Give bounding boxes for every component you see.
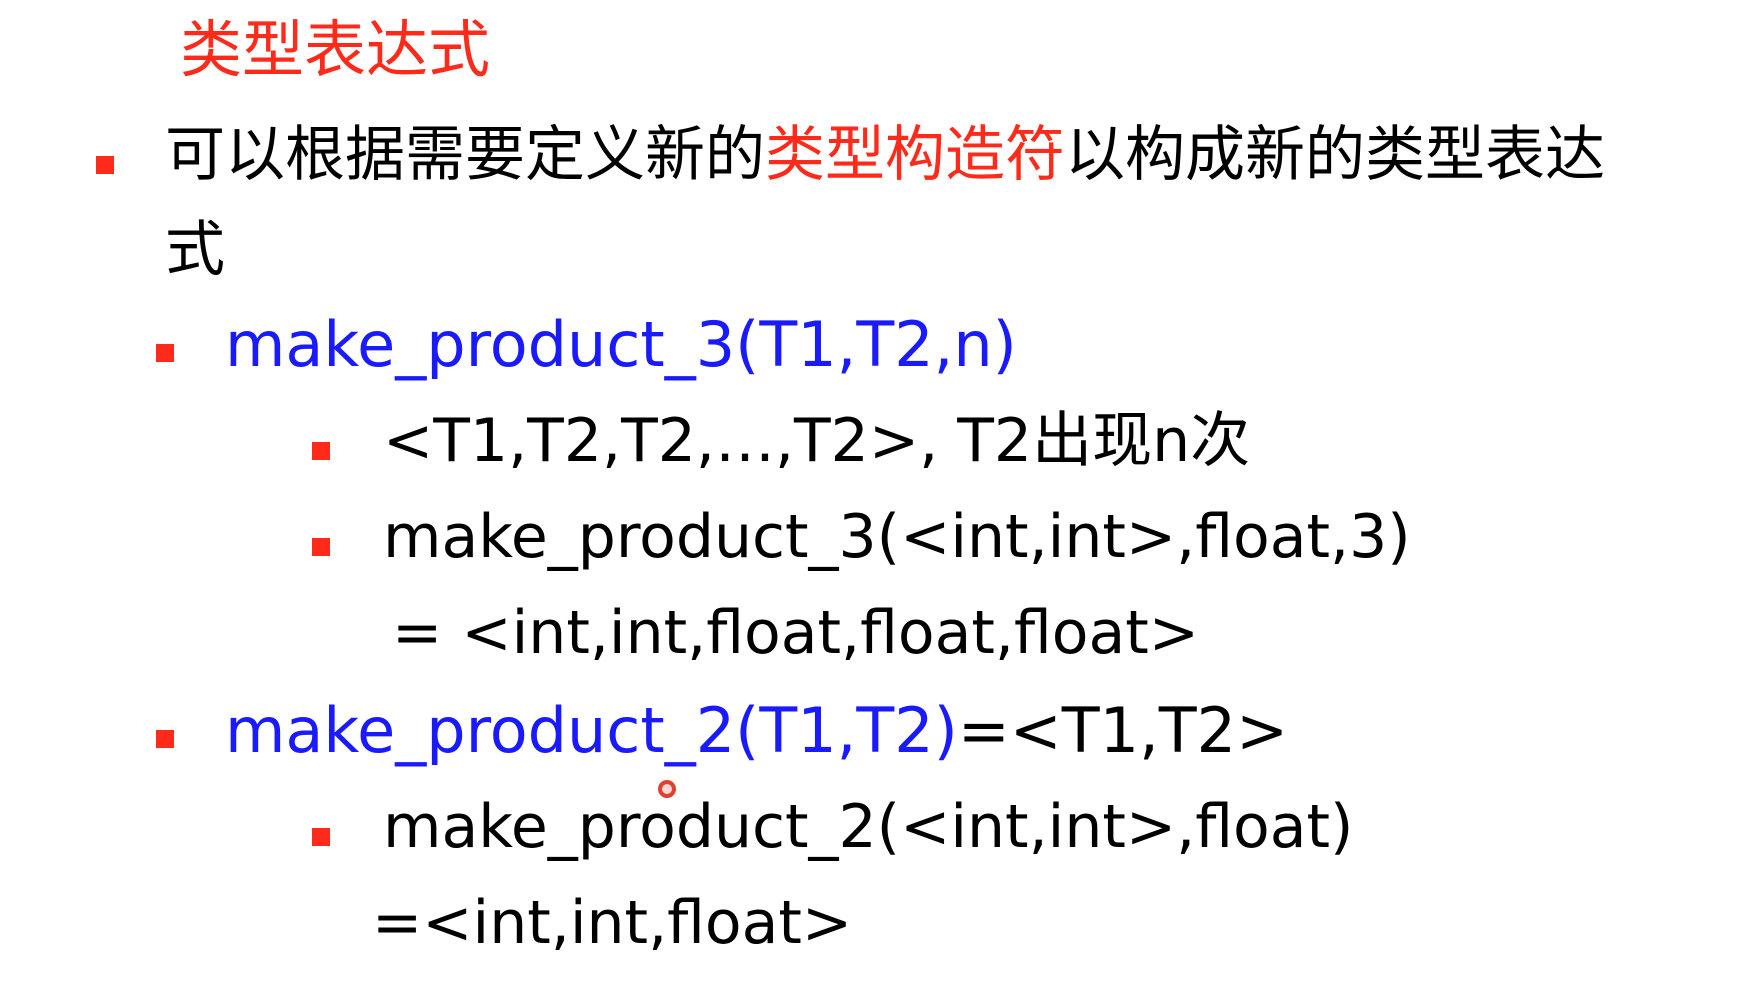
bullet-marker [96,156,114,174]
bullet-marker [156,730,174,748]
bullet-3-sub-1-result: =<int,int,float> [372,888,853,958]
bullet-1-text-after: 以构成新的类型表达 [1065,120,1605,190]
bullet-2-sub-1-text: <T1,T2,T2,…,T2>, T2出现n次 [383,406,1251,476]
bullet-marker [312,828,330,846]
bullet-1-text-before: 可以根据需要定义新的 [165,120,765,190]
slide-title: 类型表达式 [180,13,491,86]
bullet-3-code: make_product_2(T1,T2) [225,694,958,767]
bullet-2-code: make_product_3(T1,T2,n) [225,308,1017,381]
bullet-1-text: 可以根据需要定义新的类型构造符以构成新的类型表达 [165,110,1605,200]
bullet-1-text-wrap: 式 [165,215,225,285]
bullet-2-sub-2-result: = <int,int,float,float,float> [392,598,1200,668]
slide: 类型表达式 可以根据需要定义新的类型构造符以构成新的类型表达 式 make_pr… [0,0,1741,997]
bullet-marker [156,344,174,362]
bullet-marker [312,538,330,556]
pointer-cursor-icon [658,780,676,798]
bullet-marker [312,442,330,460]
bullet-3-rest: =<T1,T2> [957,694,1289,767]
bullet-2-sub-2-text: make_product_3(<int,int>,float,3) [383,502,1411,572]
bullet-1-highlight: 类型构造符 [765,120,1065,190]
bullet-3-text: make_product_2(T1,T2)=<T1,T2> [225,686,1288,776]
bullet-3-sub-1-text: make_product_2(<int,int>,float) [383,792,1354,862]
